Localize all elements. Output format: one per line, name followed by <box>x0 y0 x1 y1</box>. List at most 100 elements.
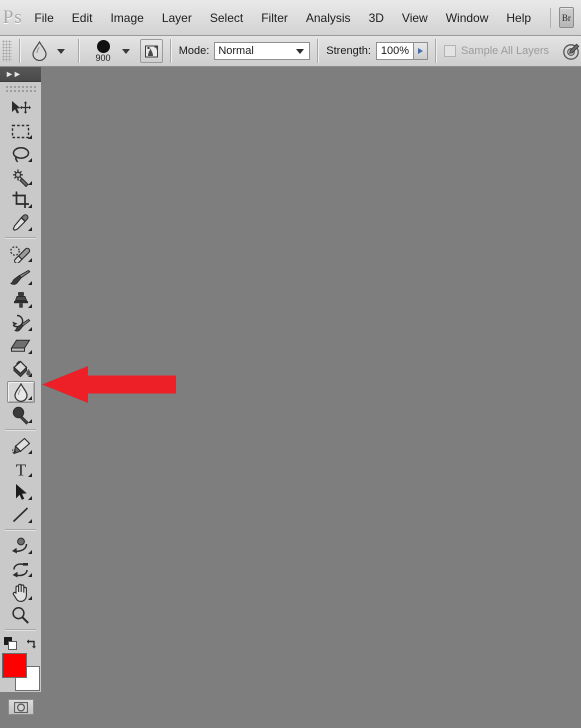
swap-colors-icon[interactable] <box>25 637 38 650</box>
tool-list: T <box>0 96 41 715</box>
toggle-brush-panel-icon <box>145 45 159 57</box>
menu-bar: Ps File Edit Image Layer Select Filter Analysi… <box>0 0 581 36</box>
menu-divider <box>550 7 551 28</box>
brush-preset-caret-icon[interactable] <box>122 48 131 54</box>
quick-mask-row <box>0 699 41 715</box>
options-bar-grip[interactable] <box>2 40 12 62</box>
flyout-indicator <box>27 350 32 354</box>
tool-preset-caret-icon[interactable] <box>56 48 65 54</box>
menu-select[interactable]: Select <box>201 8 252 28</box>
sample-all-layers-checkbox[interactable] <box>443 45 456 57</box>
tool-3d-orbit[interactable] <box>7 558 35 580</box>
tool-paint-bucket[interactable] <box>7 358 35 380</box>
tool-blur[interactable] <box>6 381 35 403</box>
tool-lasso[interactable] <box>7 143 35 165</box>
chevron-down-icon <box>296 48 305 54</box>
flyout-indicator <box>27 227 32 231</box>
default-colors-glyph <box>3 636 17 650</box>
menu-help[interactable]: Help <box>497 8 540 28</box>
tool-crop[interactable] <box>7 189 35 211</box>
brush-size-label: 900 <box>95 52 111 63</box>
options-bar: 900 Mode: Normal Strength: 100% Sample A… <box>0 36 581 67</box>
foreground-color-swatch[interactable] <box>1 653 27 678</box>
options-divider-4 <box>317 39 320 63</box>
strength-input[interactable]: 100% <box>375 42 415 60</box>
tool-eyedropper[interactable] <box>7 212 35 234</box>
quick-mask-icon <box>13 701 28 713</box>
mode-select[interactable]: Normal <box>214 42 311 60</box>
tool-line[interactable] <box>7 504 35 526</box>
tool-history-brush[interactable] <box>7 312 35 334</box>
photoshop-logo: Ps <box>2 6 23 28</box>
tool-3d-rotate[interactable] <box>7 535 35 557</box>
menu-view[interactable]: View <box>393 8 437 28</box>
svg-text:T: T <box>15 461 26 479</box>
tool-preset-picker[interactable] <box>28 39 51 63</box>
tool-healing-brush[interactable] <box>7 243 35 265</box>
default-colors-icon[interactable] <box>3 636 17 650</box>
flyout-indicator <box>27 281 32 285</box>
menu-image[interactable]: Image <box>101 8 152 28</box>
flyout-indicator <box>27 373 32 377</box>
tool-eraser[interactable] <box>7 335 35 357</box>
path-arrow-icon <box>15 484 27 500</box>
menu-layer[interactable]: Layer <box>153 8 201 28</box>
strength-stepper-button[interactable] <box>414 42 429 60</box>
flyout-indicator <box>27 419 32 423</box>
zoom-magnifier-icon <box>12 606 29 624</box>
menu-window[interactable]: Window <box>437 8 498 28</box>
menu-items-container: File Edit Image Layer Select Filter Analysis 3D… <box>25 8 540 28</box>
flyout-indicator <box>27 327 32 331</box>
droplet-icon <box>13 382 28 402</box>
flyout-indicator <box>27 550 32 554</box>
menu-file[interactable]: File <box>25 8 62 28</box>
tool-path-selection[interactable] <box>7 481 35 503</box>
menu-3d[interactable]: 3D <box>360 8 393 28</box>
type-t-icon: T <box>15 461 26 479</box>
bridge-button[interactable]: Br <box>558 7 574 28</box>
flyout-indicator <box>27 450 32 454</box>
tools-panel: ►► T <box>0 67 42 715</box>
tool-clone-stamp[interactable] <box>7 289 35 311</box>
flyout-indicator <box>27 596 32 600</box>
tool-zoom[interactable] <box>7 604 35 626</box>
color-controls-row <box>0 635 41 651</box>
tool-quick-selection[interactable] <box>7 166 35 188</box>
move-icon <box>12 100 31 114</box>
flyout-indicator <box>27 204 32 208</box>
menu-analysis[interactable]: Analysis <box>297 8 360 28</box>
tool-brush[interactable] <box>7 266 35 288</box>
sample-all-layers-label: Sample All Layers <box>460 45 549 57</box>
brush-preset-picker[interactable]: 900 <box>90 39 117 63</box>
strength-label: Strength: <box>326 45 371 57</box>
toggle-brush-panel-button[interactable] <box>140 39 163 63</box>
double-chevron-right-icon: ►► <box>5 68 22 79</box>
tool-marquee[interactable] <box>7 120 35 142</box>
tablet-pressure-icon[interactable] <box>562 42 581 61</box>
color-swatches <box>1 653 40 691</box>
tools-panel-collapse-header[interactable]: ►► <box>0 67 41 82</box>
flyout-indicator <box>27 519 32 523</box>
flyout-indicator <box>27 181 32 185</box>
flyout-indicator <box>27 304 32 308</box>
tool-separator-3 <box>5 529 36 531</box>
menu-edit[interactable]: Edit <box>63 8 102 28</box>
swap-colors-glyph <box>26 638 36 648</box>
tool-separator-2 <box>5 429 36 431</box>
menu-filter[interactable]: Filter <box>252 8 297 28</box>
flyout-indicator <box>27 396 32 400</box>
tool-separator-1 <box>5 237 36 239</box>
tool-pen[interactable] <box>7 435 35 457</box>
tool-hand[interactable] <box>7 581 35 603</box>
options-divider-3 <box>169 39 172 63</box>
tool-move[interactable] <box>7 97 35 119</box>
document-canvas[interactable] <box>0 67 581 728</box>
tool-dodge[interactable] <box>7 404 35 426</box>
brush-tip-preview-icon <box>96 39 110 53</box>
mode-label: Mode: <box>178 45 210 57</box>
options-divider-5 <box>435 39 437 63</box>
tool-type[interactable]: T <box>7 458 35 480</box>
tools-panel-grip[interactable] <box>5 85 36 94</box>
flyout-indicator <box>27 473 32 477</box>
quick-mask-button[interactable] <box>7 699 34 715</box>
